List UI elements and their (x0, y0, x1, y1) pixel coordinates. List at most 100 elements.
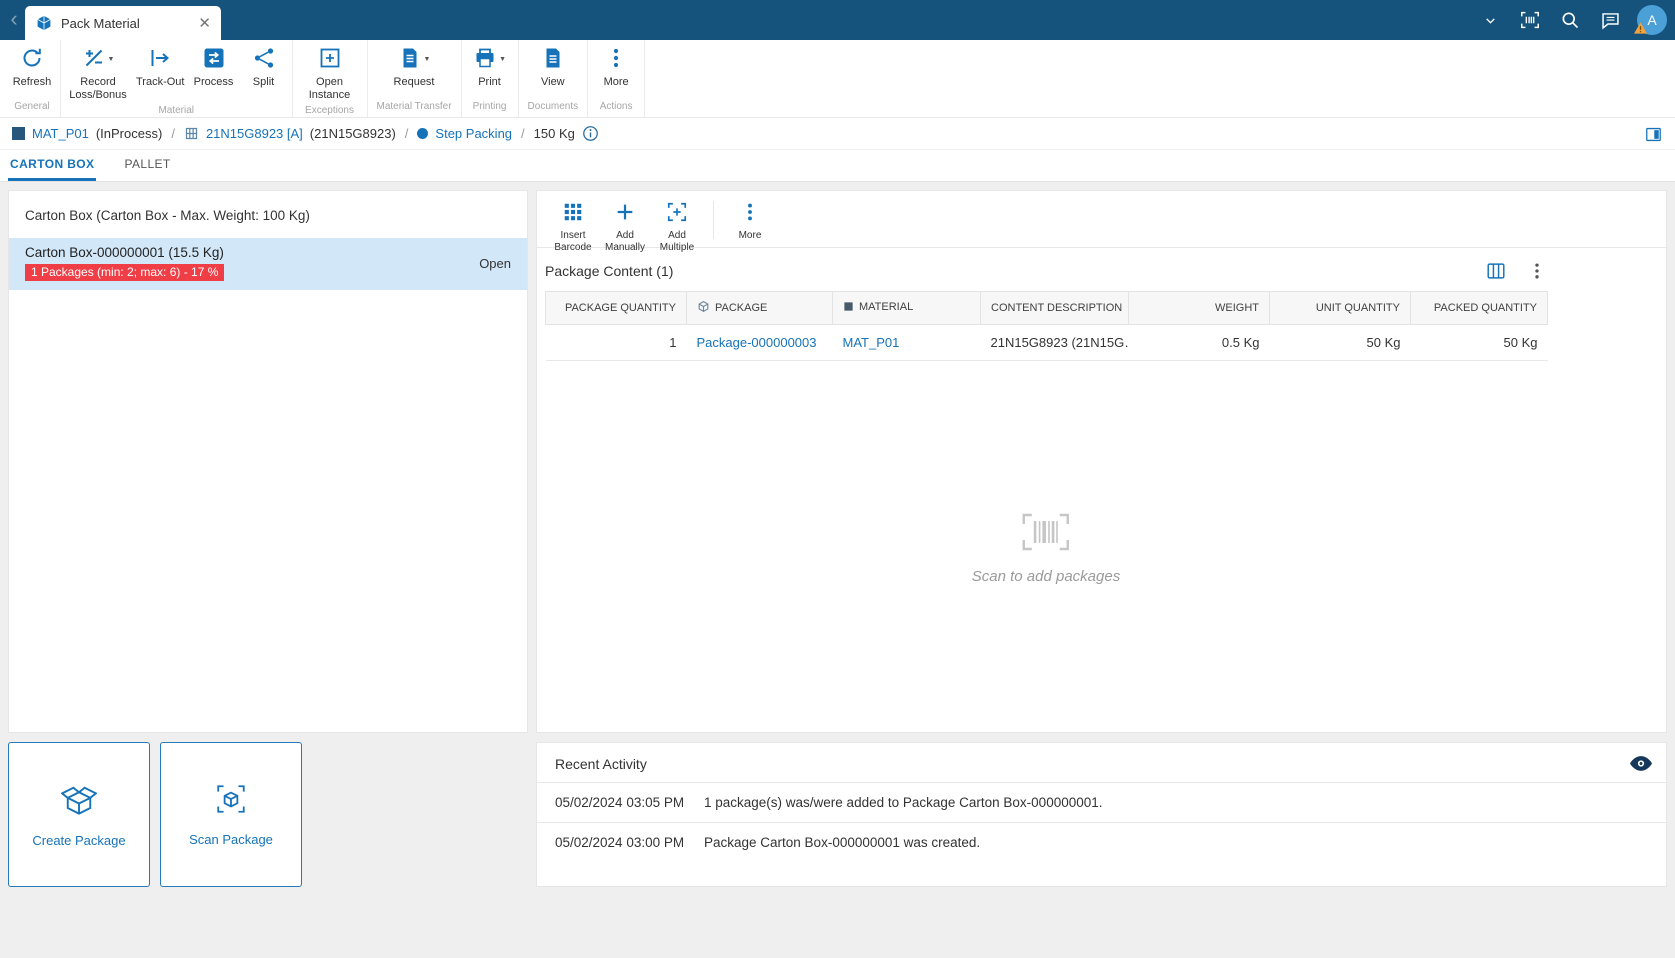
table-menu-icon[interactable] (1527, 261, 1547, 281)
barcode-watermark-icon (1020, 541, 1072, 556)
search-icon[interactable] (1553, 3, 1587, 37)
cell-content-description: 21N15G8923 (21N15G… (981, 325, 1129, 361)
avatar-initial: A (1647, 12, 1656, 28)
main-area: Carton Box (Carton Box - Max. Weight: 10… (0, 182, 1675, 958)
record-loss-bonus-button[interactable]: ▼ Record Loss/Bonus (64, 40, 132, 103)
add-manually-button[interactable]: Add Manually (599, 193, 651, 247)
package-content-panel: Insert Barcode Add Manually Add Multiple… (536, 190, 1667, 733)
view-documents-button[interactable]: View (528, 40, 578, 99)
ribbon-group-label: Material Transfer (371, 99, 458, 117)
chat-icon[interactable] (1593, 3, 1627, 37)
barcode-scanner-icon[interactable] (1513, 3, 1547, 37)
breadcrumb-separator: / (521, 126, 525, 141)
column-header-material[interactable]: MATERIAL (833, 292, 981, 325)
carton-panel-title: Carton Box (Carton Box - Max. Weight: 10… (9, 191, 527, 238)
cell-weight: 0.5 Kg (1129, 325, 1270, 361)
ribbon-group-material: ▼ Record Loss/Bonus Track-Out Process Sp… (61, 40, 293, 117)
scan-hint: Scan to add packages (972, 511, 1120, 585)
lot-quantity: 150 Kg (534, 126, 575, 141)
dropdown-caret: ▼ (108, 56, 115, 63)
process-icon (202, 46, 226, 73)
info-icon[interactable] (582, 125, 599, 142)
breadcrumb-material-link[interactable]: MAT_P01 (32, 126, 89, 141)
dropdown-caret: ▼ (499, 56, 506, 63)
track-out-button[interactable]: Track-Out (132, 40, 189, 103)
document-tab-title: Pack Material (61, 16, 190, 31)
request-button[interactable]: ▼ Request (389, 40, 439, 99)
carton-box-name: Carton Box-000000001 (15.5 Kg) (25, 245, 479, 260)
column-header-weight[interactable]: WEIGHT (1129, 292, 1270, 325)
cell-material: MAT_P01 (833, 325, 981, 361)
column-header-package-quantity[interactable]: PACKAGE QUANTITY (546, 292, 687, 325)
table-row[interactable]: 1 Package-000000003 MAT_P01 21N15G8923 (… (546, 325, 1548, 361)
carton-box-panel: Carton Box (Carton Box - Max. Weight: 10… (8, 190, 528, 733)
package-content-table: PACKAGE QUANTITY PACKAGE MATERIAL CONTEN… (545, 291, 1548, 361)
ribbon-group-general: Refresh General (4, 40, 61, 117)
scan-package-button[interactable]: Scan Package (160, 742, 302, 887)
carton-box-list-item[interactable]: Carton Box-000000001 (15.5 Kg) 1 Package… (9, 238, 527, 290)
activity-row: 05/02/2024 03:05 PM 1 package(s) was/wer… (537, 782, 1666, 822)
ribbon-group-label: General (7, 99, 57, 117)
warning-badge-icon (1634, 21, 1647, 37)
scan-package-icon (214, 782, 248, 819)
create-package-button[interactable]: Create Package (8, 742, 150, 887)
lot-icon (184, 126, 199, 141)
ribbon-group-documents: View Documents (519, 40, 589, 117)
recent-activity-title: Recent Activity (537, 743, 1666, 782)
package-content-title: Package Content (1) (545, 263, 1465, 279)
eye-icon[interactable] (1630, 756, 1652, 774)
chevron-down-icon[interactable] (1473, 3, 1507, 37)
package-link[interactable]: Package-000000003 (697, 335, 817, 350)
close-tab-icon[interactable]: ✕ (198, 16, 211, 31)
plus-icon (614, 201, 636, 226)
material-state: (InProcess) (96, 126, 162, 141)
tab-pallet[interactable]: PALLET (122, 150, 172, 181)
column-header-package[interactable]: PACKAGE (687, 292, 833, 325)
material-link[interactable]: MAT_P01 (843, 335, 900, 350)
app-tab-icon (35, 14, 53, 32)
request-icon (398, 46, 422, 73)
tab-carton-box[interactable]: CARTON BOX (8, 150, 96, 181)
toolbar-separator (713, 201, 714, 239)
column-header-unit-quantity[interactable]: UNIT QUANTITY (1270, 292, 1411, 325)
add-multiple-button[interactable]: Add Multiple (651, 193, 703, 247)
breadcrumb-lot-link[interactable]: 21N15G8923 [A] (206, 126, 303, 141)
more-actions-button[interactable]: More (591, 40, 641, 99)
split-icon (252, 46, 276, 73)
barcode-grid-icon (562, 201, 584, 226)
cell-package-quantity: 1 (546, 325, 687, 361)
content-more-button[interactable]: More (724, 193, 776, 247)
breadcrumb-step-link[interactable]: Step Packing (435, 126, 512, 141)
column-header-packed-quantity[interactable]: PACKED QUANTITY (1411, 292, 1548, 325)
breadcrumb-separator: / (171, 126, 175, 141)
print-button[interactable]: ▼ Print (465, 40, 515, 99)
document-tab[interactable]: Pack Material ✕ (25, 6, 221, 40)
open-instance-button[interactable]: Open Instance (296, 40, 364, 103)
split-button[interactable]: Split (239, 40, 289, 103)
activity-row: 05/02/2024 03:00 PM Package Carton Box-0… (537, 822, 1666, 862)
track-out-icon (148, 46, 172, 73)
process-button[interactable]: Process (189, 40, 239, 103)
dropdown-caret: ▼ (424, 56, 431, 63)
columns-settings-icon[interactable] (1485, 260, 1507, 282)
package-count-badge: 1 Packages (min: 2; max: 6) - 17 % (25, 264, 224, 281)
package-content-toolbar: Insert Barcode Add Manually Add Multiple… (537, 191, 1666, 248)
ribbon-group-label: Documents (522, 99, 585, 117)
back-chevron-icon[interactable]: ‹ (6, 7, 22, 31)
refresh-button[interactable]: Refresh (7, 40, 57, 99)
insert-barcode-button[interactable]: Insert Barcode (547, 193, 599, 247)
record-loss-bonus-icon (82, 46, 106, 73)
ribbon-group-label: Actions (591, 99, 641, 117)
package-content-header: Package Content (1) (545, 248, 1547, 291)
ribbon-group-material-transfer: ▼ Request Material Transfer (368, 40, 462, 117)
status-badge: Open (479, 256, 511, 271)
ribbon-group-exceptions: Open Instance Exceptions (293, 40, 368, 117)
scan-package-label: Scan Package (189, 832, 273, 847)
open-side-panel-icon[interactable] (1644, 118, 1663, 150)
activity-message: Package Carton Box-000000001 was created… (704, 835, 980, 850)
lot-alt-name: (21N15G8923) (310, 126, 396, 141)
column-header-content-description[interactable]: CONTENT DESCRIPTION (981, 292, 1129, 325)
cell-package: Package-000000003 (687, 325, 833, 361)
user-avatar[interactable]: A (1637, 5, 1667, 35)
package-type-tabs: CARTON BOX PALLET (0, 150, 1675, 182)
